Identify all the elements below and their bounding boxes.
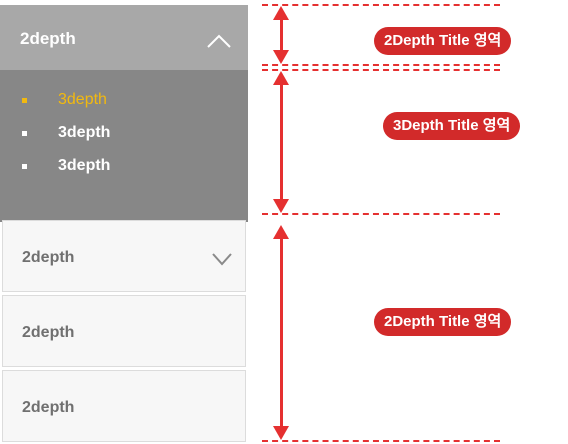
bullet-icon: [22, 164, 27, 169]
guide-line-top: [262, 4, 500, 6]
guide-line: [262, 213, 500, 215]
annotation-2depth-title: 2Depth Title 영역: [374, 27, 512, 55]
annotation-2depth-title: 2Depth Title 영역: [374, 308, 512, 336]
menu-item-label: 2depth: [22, 399, 75, 416]
menu-item-label: 2depth: [22, 249, 75, 266]
arrow-down-icon: [273, 50, 289, 64]
chevron-up-icon[interactable]: [206, 33, 232, 49]
menu-item-2depth[interactable]: 2depth: [2, 295, 246, 367]
menu-item-label: 2depth: [22, 324, 75, 341]
menu-item-2depth-expanded[interactable]: 2depth: [0, 5, 248, 70]
dimension-line: [280, 83, 283, 203]
guide-line: [262, 69, 500, 71]
menu-item-2depth[interactable]: 2depth: [2, 220, 246, 292]
bullet-icon: [22, 131, 27, 136]
menu-item-2depth[interactable]: 2depth: [2, 370, 246, 442]
dimension-line: [280, 237, 283, 430]
annotation-3depth-title: 3Depth Title 영역: [383, 112, 521, 140]
bullet-icon: [22, 98, 27, 103]
guide-line: [262, 64, 500, 66]
dimension-line: [280, 18, 283, 52]
guide-line-bottom: [262, 440, 500, 442]
submenu-panel: 3depth 3depth 3depth: [0, 70, 248, 222]
arrow-down-icon: [273, 199, 289, 213]
menu-item-label: 2depth: [20, 29, 76, 48]
chevron-down-icon[interactable]: [211, 252, 233, 266]
submenu-item-label: 3depth: [58, 91, 107, 108]
submenu-item-label: 3depth: [58, 124, 111, 141]
submenu-item-label: 3depth: [58, 157, 111, 174]
arrow-down-icon: [273, 426, 289, 440]
